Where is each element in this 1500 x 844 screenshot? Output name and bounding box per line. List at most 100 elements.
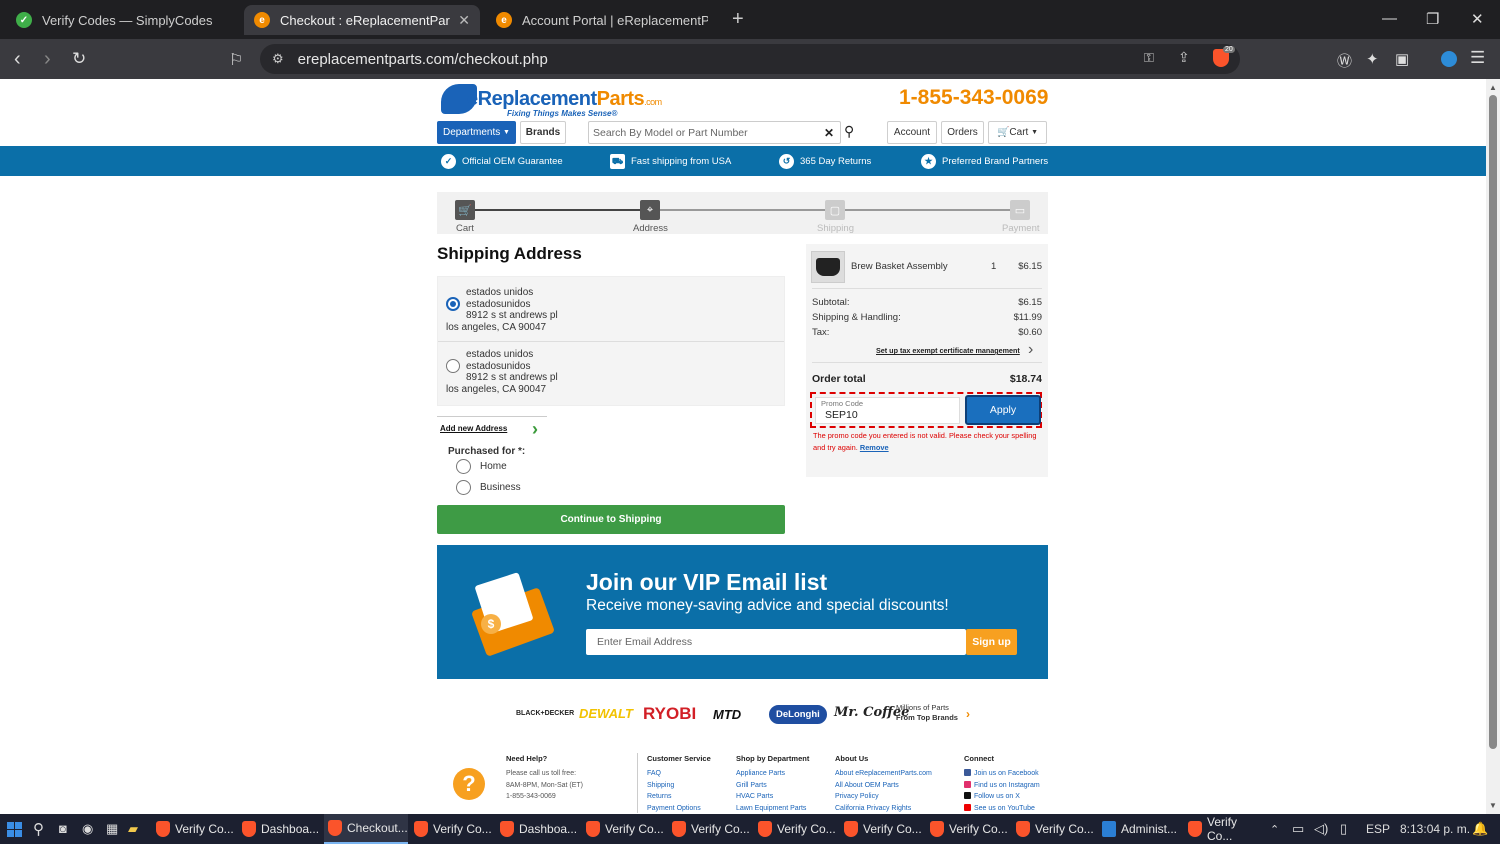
millions-of-parts-text[interactable]: Millions of Parts From Top Brands bbox=[896, 703, 958, 723]
taskbar-app-active[interactable]: Checkout... bbox=[324, 814, 408, 844]
close-tab-icon[interactable]: ✕ bbox=[450, 12, 470, 29]
business-label[interactable]: Business bbox=[480, 482, 521, 493]
footer-link[interactable]: About eReplacementParts.com bbox=[835, 768, 932, 780]
vip-email-input[interactable]: Enter Email Address bbox=[586, 629, 966, 655]
minimize-icon[interactable]: — bbox=[1382, 10, 1397, 27]
key-icon[interactable]: ⚿ bbox=[1144, 50, 1154, 66]
file-explorer-icon[interactable]: ▰ bbox=[128, 821, 138, 837]
clear-search-icon[interactable]: ✕ bbox=[824, 126, 834, 140]
brand-black-decker[interactable]: BLACK+DECKER bbox=[516, 710, 574, 717]
apply-promo-button[interactable]: Apply bbox=[965, 395, 1041, 425]
footer-x-link[interactable]: Follow us on X bbox=[964, 791, 1040, 803]
extensions-icon[interactable]: ✦ bbox=[1366, 50, 1379, 68]
chevron-up-icon[interactable]: ⌃ bbox=[1270, 823, 1279, 836]
remove-promo-link[interactable]: Remove bbox=[860, 443, 889, 452]
footer-link[interactable]: FAQ bbox=[647, 768, 711, 780]
restore-icon[interactable]: ❐ bbox=[1426, 10, 1439, 28]
address-bar[interactable]: ⚙ ereplacementparts.com/checkout.php ⚿ ⇪… bbox=[260, 44, 1240, 74]
taskbar-app[interactable]: Administ... bbox=[1098, 814, 1182, 844]
promo-code-input[interactable]: Promo Code SEP10 bbox=[815, 397, 960, 424]
footer-link[interactable]: All About OEM Parts bbox=[835, 780, 932, 792]
reload-icon[interactable]: ↻ bbox=[72, 49, 86, 69]
brand-ryobi[interactable]: RYOBI bbox=[643, 704, 696, 724]
taskbar-app[interactable]: Verify Co... bbox=[840, 814, 924, 844]
vip-signup-button[interactable]: Sign up bbox=[966, 629, 1017, 655]
chevron-right-icon[interactable]: › bbox=[1028, 341, 1033, 359]
wallet-icon[interactable]: Ⓦ bbox=[1337, 50, 1352, 71]
chevron-right-icon[interactable]: › bbox=[966, 707, 970, 721]
taskbar-app[interactable]: Dashboa... bbox=[496, 814, 580, 844]
menu-icon[interactable]: ☰ bbox=[1470, 48, 1485, 68]
footer-instagram-link[interactable]: Find us on Instagram bbox=[964, 780, 1040, 792]
language-indicator[interactable]: ESP bbox=[1366, 822, 1390, 836]
cart-button[interactable]: 🛒 Cart ▼ bbox=[988, 121, 1047, 144]
camera-icon[interactable]: ◙ bbox=[59, 821, 67, 836]
start-windows-icon[interactable] bbox=[7, 822, 22, 837]
site-settings-icon[interactable]: ⚙ bbox=[272, 51, 284, 67]
add-new-address-link[interactable]: Add new Address bbox=[437, 416, 547, 440]
address-option-2[interactable]: estados unidos estadosunidos 8912 s st a… bbox=[446, 349, 558, 395]
chevron-right-icon[interactable]: › bbox=[532, 419, 538, 440]
vpn-icon[interactable] bbox=[1441, 51, 1457, 67]
forward-icon[interactable]: › bbox=[44, 48, 51, 71]
footer-link[interactable]: Privacy Policy bbox=[835, 791, 932, 803]
search-icon[interactable]: ⚲ bbox=[844, 123, 854, 140]
ereplacementparts-logo[interactable]: eReplacementParts.com Fixing Things Make… bbox=[441, 82, 662, 118]
footer-link[interactable]: Appliance Parts bbox=[736, 768, 809, 780]
tab-verify-codes[interactable]: ✓ Verify Codes — SimplyCodes bbox=[6, 5, 238, 35]
footer-link[interactable]: Returns bbox=[647, 791, 711, 803]
brand-mtd[interactable]: MTD bbox=[713, 707, 741, 722]
reader-mode-icon[interactable]: ▣ bbox=[1395, 50, 1409, 68]
new-tab-button[interactable]: + bbox=[732, 8, 744, 31]
home-radio[interactable] bbox=[456, 459, 471, 474]
home-label[interactable]: Home bbox=[480, 461, 507, 472]
taskbar-app[interactable]: Verify Co... bbox=[668, 814, 752, 844]
taskbar-app[interactable]: Verify Co... bbox=[1184, 814, 1264, 844]
bookmark-icon[interactable]: ⚐ bbox=[229, 50, 243, 70]
taskbar-app[interactable]: Verify Co... bbox=[152, 814, 236, 844]
footer-link[interactable]: Shipping bbox=[647, 780, 711, 792]
url-text[interactable]: ereplacementparts.com/checkout.php bbox=[298, 51, 548, 68]
back-icon[interactable]: ‹ bbox=[14, 48, 21, 71]
notification-bell-icon[interactable]: 🔔 bbox=[1472, 821, 1488, 837]
footer-link[interactable]: Grill Parts bbox=[736, 780, 809, 792]
search-icon[interactable]: ⚲ bbox=[33, 820, 44, 838]
footer-phone[interactable]: 1-855-343-0069 bbox=[506, 791, 583, 803]
taskbar-app[interactable]: Dashboa... bbox=[238, 814, 322, 844]
close-window-icon[interactable]: ✕ bbox=[1471, 10, 1484, 28]
tab-account-portal[interactable]: e Account Portal | eReplacementParts.c bbox=[486, 5, 718, 35]
scroll-down-icon[interactable]: ▼ bbox=[1489, 801, 1497, 810]
taskbar-app[interactable]: Verify Co... bbox=[410, 814, 494, 844]
taskbar-app[interactable]: Verify Co... bbox=[926, 814, 1010, 844]
departments-button[interactable]: Departments ▼ bbox=[437, 121, 516, 144]
orders-button[interactable]: Orders bbox=[941, 121, 984, 144]
footer-link[interactable]: HVAC Parts bbox=[736, 791, 809, 803]
scroll-up-icon[interactable]: ▲ bbox=[1489, 83, 1497, 92]
page-scrollbar[interactable]: ▲ ▼ bbox=[1486, 79, 1500, 814]
tax-exempt-link[interactable]: Set up tax exempt certificate management bbox=[876, 346, 1020, 355]
taskbar-app[interactable]: Verify Co... bbox=[582, 814, 666, 844]
win-tile bbox=[15, 830, 22, 837]
account-button[interactable]: Account bbox=[887, 121, 937, 144]
remote-icon[interactable]: ◉ bbox=[82, 821, 93, 837]
display-icon[interactable]: ▯ bbox=[1340, 821, 1347, 837]
brands-button[interactable]: Brands bbox=[520, 121, 566, 144]
product-thumbnail[interactable] bbox=[811, 251, 845, 283]
address-option-1[interactable]: estados unidos estadosunidos 8912 s st a… bbox=[446, 287, 558, 333]
volume-icon[interactable]: ◁) bbox=[1314, 821, 1328, 837]
brand-dewalt[interactable]: DEWALT bbox=[579, 706, 633, 721]
brand-delonghi[interactable]: DeLonghi bbox=[769, 705, 827, 724]
continue-to-shipping-button[interactable]: Continue to Shipping bbox=[437, 505, 785, 534]
scroll-thumb[interactable] bbox=[1489, 95, 1497, 749]
share-icon[interactable]: ⇪ bbox=[1178, 49, 1190, 66]
business-radio[interactable] bbox=[456, 480, 471, 495]
search-input[interactable]: Search By Model or Part Number ✕ bbox=[588, 121, 841, 144]
footer-facebook-link[interactable]: Join us on Facebook bbox=[964, 768, 1040, 780]
calculator-icon[interactable]: ▦ bbox=[106, 821, 118, 837]
network-icon[interactable]: ▭ bbox=[1292, 821, 1304, 837]
tab-checkout[interactable]: e Checkout : eReplacementParts.c ✕ bbox=[244, 5, 480, 35]
taskbar-app[interactable]: Verify Co... bbox=[754, 814, 838, 844]
phone-number[interactable]: 1-855-343-0069 bbox=[899, 86, 1048, 110]
taskbar-app[interactable]: Verify Co... bbox=[1012, 814, 1096, 844]
clock[interactable]: 8:13:04 p. m. bbox=[1400, 822, 1470, 836]
